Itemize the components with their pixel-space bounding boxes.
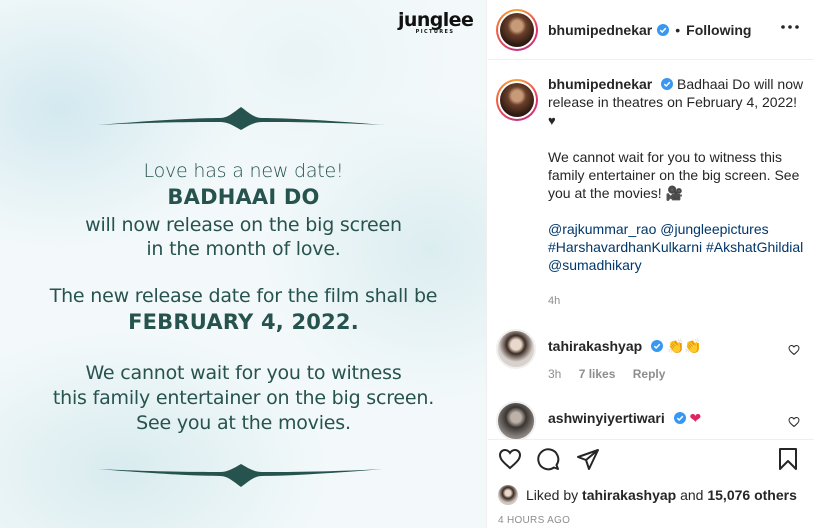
- commenter-username[interactable]: ashwinyiyertiwari: [548, 410, 665, 426]
- author-avatar[interactable]: [496, 8, 538, 51]
- comment-reply-button[interactable]: Reply: [633, 367, 666, 381]
- logo-word: junglee: [398, 9, 474, 31]
- post-actions-bar: [488, 439, 814, 475]
- likes-others-count[interactable]: 15,076 others: [707, 487, 797, 503]
- red-heart-icon: ❤: [689, 410, 702, 426]
- comments-scroll-area[interactable]: bhumipednekar Badhaai Do will now releas…: [488, 61, 814, 439]
- caption-avatar[interactable]: [496, 79, 538, 121]
- post-image[interactable]: junglee PICTURES Love has a new date! BA…: [0, 0, 487, 528]
- tag-sumadhikary[interactable]: @sumadhikary: [548, 257, 642, 273]
- post-side-panel: bhumipednekar • Following bhumipednekar: [488, 0, 814, 528]
- likes-middle: and: [680, 487, 704, 503]
- commenter-avatar[interactable]: [496, 401, 536, 439]
- caption-time: 4h: [548, 295, 561, 307]
- caption-tags: @rajkummar_rao @jungleepictures #Harshav…: [548, 220, 806, 274]
- junglee-pictures-logo: junglee PICTURES: [398, 9, 474, 40]
- tag-harshavardhankulkarni[interactable]: #HarshavardhanKulkarni: [548, 239, 702, 255]
- bottom-flourish-ornament: [98, 464, 384, 487]
- verified-badge-icon: [673, 412, 686, 424]
- verified-badge-icon: [657, 23, 670, 36]
- comment-time: 3h: [548, 367, 562, 381]
- verified-badge-icon: [651, 340, 664, 352]
- poster-line-love-new-date: Love has a new date!: [143, 160, 344, 182]
- poster-line-title: BADHAAI DO: [167, 185, 320, 209]
- liker-username[interactable]: tahirakashyap: [582, 487, 676, 503]
- poster-line-date-intro: The new release date for the film shall …: [49, 285, 438, 307]
- author-username[interactable]: bhumipednekar: [548, 22, 652, 38]
- comment-likes-count[interactable]: 7 likes: [579, 367, 616, 381]
- comment-like-heart-icon[interactable]: [788, 416, 800, 428]
- verified-badge-icon: [661, 78, 674, 90]
- caption-username[interactable]: bhumipednekar: [548, 76, 652, 92]
- commenter-username[interactable]: tahirakashyap: [548, 338, 642, 354]
- poster-line-release-date: FEBRUARY 4, 2022.: [128, 310, 359, 334]
- post-header: bhumipednekar • Following: [488, 0, 814, 60]
- save-bookmark-icon[interactable]: [776, 447, 800, 471]
- poster-line-release-info: will now release on the big screen in th…: [85, 214, 402, 260]
- comment-bubble-icon[interactable]: [536, 447, 560, 471]
- post-timestamp[interactable]: 4 HOURS AGO: [498, 515, 570, 526]
- likes-summary: Liked by tahirakashyap and 15,076 others: [498, 485, 797, 505]
- clapping-hands-icon: 👏👏: [666, 338, 702, 354]
- more-options-icon[interactable]: [780, 24, 800, 30]
- tag-jungleepictures[interactable]: @jungleepictures: [660, 221, 768, 237]
- likes-prefix: Liked by: [526, 487, 579, 503]
- black-heart-icon: ♥: [548, 113, 556, 128]
- poster-line-closing: We cannot wait for you to witness this f…: [52, 362, 435, 434]
- comment-like-heart-icon[interactable]: [788, 344, 800, 356]
- following-button[interactable]: Following: [686, 22, 751, 38]
- comment-item: tahirakashyap 👏👏 3h 7 likes Reply: [496, 329, 806, 381]
- movie-camera-icon: 🎥: [665, 185, 683, 201]
- tag-akshatghildial[interactable]: #AkshatGhildial: [706, 239, 803, 255]
- liker-avatar[interactable]: [498, 485, 518, 505]
- comment-item: ashwinyiyertiwari ❤: [496, 401, 806, 439]
- like-heart-icon[interactable]: [498, 447, 522, 471]
- post-caption: bhumipednekar Badhaai Do will now releas…: [496, 75, 806, 310]
- top-flourish-ornament: [98, 107, 384, 130]
- header-separator: •: [675, 21, 681, 38]
- commenter-avatar[interactable]: [496, 329, 536, 369]
- share-paper-plane-icon[interactable]: [576, 447, 600, 471]
- tag-rajkummar-rao[interactable]: @rajkummar_rao: [548, 221, 656, 237]
